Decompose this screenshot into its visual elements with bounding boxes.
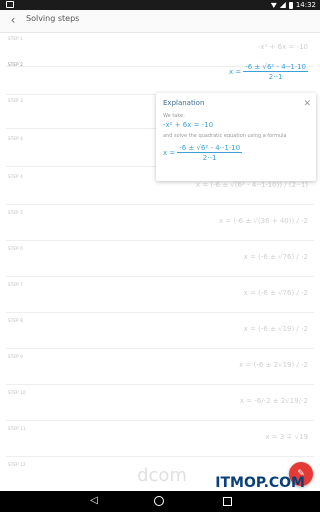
system-nav-bar: ◁: [0, 491, 320, 512]
list-item[interactable]: STEP 9 x = (-6 ± 2√19) / -2: [6, 351, 314, 385]
step-expression: x = (-6 ± √19) / -2: [243, 325, 308, 333]
battery-icon: [288, 1, 293, 9]
explanation-formula-numerator: -6 ± √6² - 4·-1·10: [177, 144, 243, 153]
step-expression: x = (-6 ± √76) / -2: [243, 253, 308, 261]
step-label: STEP 1: [8, 36, 23, 41]
close-icon[interactable]: ✕: [303, 99, 311, 109]
explanation-we-take: We take:: [163, 113, 185, 119]
step-expression: x = (-6 ± √76) / -2: [243, 289, 308, 297]
explanation-solve-text: and solve the quadratic equation using a…: [163, 133, 287, 139]
nav-home-icon[interactable]: [154, 496, 164, 506]
step-expression: x = (-6 ± √(36 + 40)) / -2: [218, 217, 308, 225]
notification-icon: [6, 1, 14, 8]
explanation-formula-fraction: -6 ± √6² - 4·-1·10 2·-1: [177, 144, 243, 162]
step-label: STEP 9: [8, 354, 23, 359]
status-bar: 14:32: [0, 0, 320, 10]
explanation-formula-denominator: 2·-1: [202, 154, 217, 162]
explanation-equation: -x² + 6x = -10: [163, 121, 214, 129]
step-expression: -x² + 6x = -10: [257, 43, 308, 51]
step-label: STEP 8: [8, 318, 23, 323]
back-arrow-icon[interactable]: ‹: [6, 13, 20, 27]
step-expression: x = (-6 ± √(6² - 4·-1·10)) / (2·-1): [195, 181, 308, 189]
step-expression: x = 3 ∓ √19: [265, 433, 308, 441]
explanation-formula-lhs: x =: [163, 149, 176, 157]
step-label: STEP 12: [8, 462, 26, 467]
watermark-site: ITMOP.COM: [215, 475, 305, 491]
status-icons: 14:32: [270, 0, 316, 10]
step-label: STEP 11: [8, 426, 26, 431]
step-label: STEP 10: [8, 390, 26, 395]
page-title: Solving steps: [26, 14, 80, 23]
step-expression: x = (-6 ± 2√19) / -2: [239, 361, 308, 369]
nav-back-icon[interactable]: ◁: [88, 495, 100, 507]
list-item[interactable]: STEP 10 x = -6/-2 ± 2√19/-2: [6, 387, 314, 421]
step-formula: x = -6 ± √6² - 4·-1·10 2·-1: [229, 63, 308, 81]
list-item[interactable]: STEP 5 x = (-6 ± √(36 + 40)) / -2: [6, 207, 314, 241]
watermark-logo: dcom: [137, 465, 187, 486]
explanation-popup: Explanation ✕ We take: -x² + 6x = -10 an…: [156, 93, 316, 181]
step-label: STEP 3: [8, 98, 23, 103]
step-label: STEP 7: [8, 282, 23, 287]
list-item[interactable]: STEP 7 x = (-6 ± √76) / -2: [6, 279, 314, 313]
formula-fraction: -6 ± √6² - 4·-1·10 2·-1: [243, 63, 308, 81]
formula-numerator: -6 ± √6² - 4·-1·10: [243, 63, 308, 72]
formula-denominator: 2·-1: [268, 73, 283, 81]
cell-signal-icon: [279, 2, 286, 8]
app-toolbar: ‹ Solving steps: [0, 10, 320, 33]
step-expression: x = -6/-2 ± 2√19/-2: [239, 397, 308, 405]
explanation-formula: x = -6 ± √6² - 4·-1·10 2·-1: [163, 144, 243, 162]
step-label: STEP 4: [8, 174, 23, 179]
list-item[interactable]: STEP 11 x = 3 ∓ √19: [6, 423, 314, 457]
formula-lhs: x =: [228, 68, 242, 76]
list-item[interactable]: STEP 6 x = (-6 ± √76) / -2: [6, 243, 314, 277]
nav-recent-icon[interactable]: [223, 497, 232, 506]
explanation-title: Explanation: [163, 99, 205, 107]
step-label: STEP 4: [8, 136, 23, 141]
step-label: STEP 6: [8, 246, 23, 251]
step-label: STEP 5: [8, 210, 23, 215]
status-time: 14:32: [295, 1, 316, 9]
wifi-icon: [270, 2, 277, 8]
list-item-selected[interactable]: STEP 2 x = -6 ± √6² - 4·-1·10 2·-1: [6, 59, 314, 95]
list-item[interactable]: STEP 8 x = (-6 ± √19) / -2: [6, 315, 314, 349]
step-label: STEP 2: [8, 62, 23, 67]
